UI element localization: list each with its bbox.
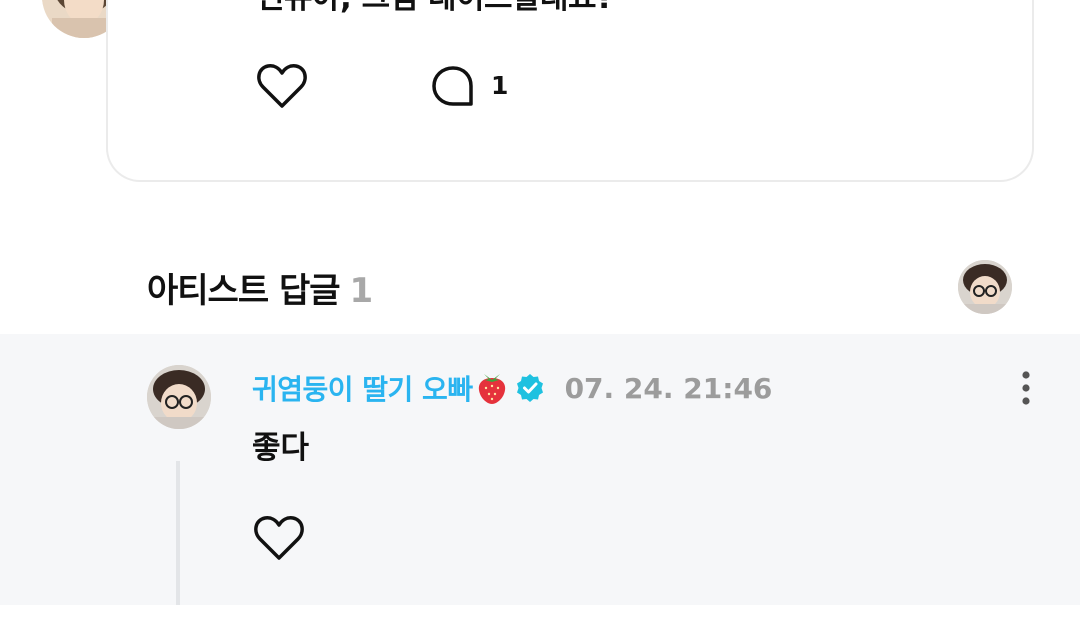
artist-replies-count: 1 [349, 271, 374, 311]
post-text: 신유아, 그럼 데이트할래요? [256, 0, 614, 17]
reply-timestamp: 07. 24. 21:46 [564, 371, 773, 405]
artist-replies-title: 아티스트 답글 1 [147, 263, 374, 312]
post-card: 신유아, 그럼 데이트할래요? 1 [106, 0, 1034, 182]
thread-line [176, 461, 180, 605]
artist-avatar[interactable] [958, 260, 1012, 314]
artist-reply: 귀염둥이 딸기 오빠 07. 24. 21:46 좋다 [0, 334, 1080, 605]
reply-meta: 귀염둥이 딸기 오빠 07. 24. 21:46 [252, 368, 772, 408]
comment-count: 1 [491, 71, 509, 100]
more-vertical-icon[interactable] [1014, 370, 1038, 406]
strawberry-icon [475, 370, 509, 406]
speech-bubble-icon[interactable] [430, 64, 476, 110]
artist-replies-label: 아티스트 답글 [147, 271, 341, 311]
reply-author-name[interactable]: 귀염둥이 딸기 오빠 [252, 368, 473, 408]
reply-author-avatar[interactable] [147, 365, 211, 429]
verified-badge-icon [515, 373, 545, 403]
heart-outline-icon[interactable] [256, 62, 308, 110]
heart-outline-icon[interactable] [253, 514, 305, 562]
reply-text: 좋다 [252, 430, 310, 466]
